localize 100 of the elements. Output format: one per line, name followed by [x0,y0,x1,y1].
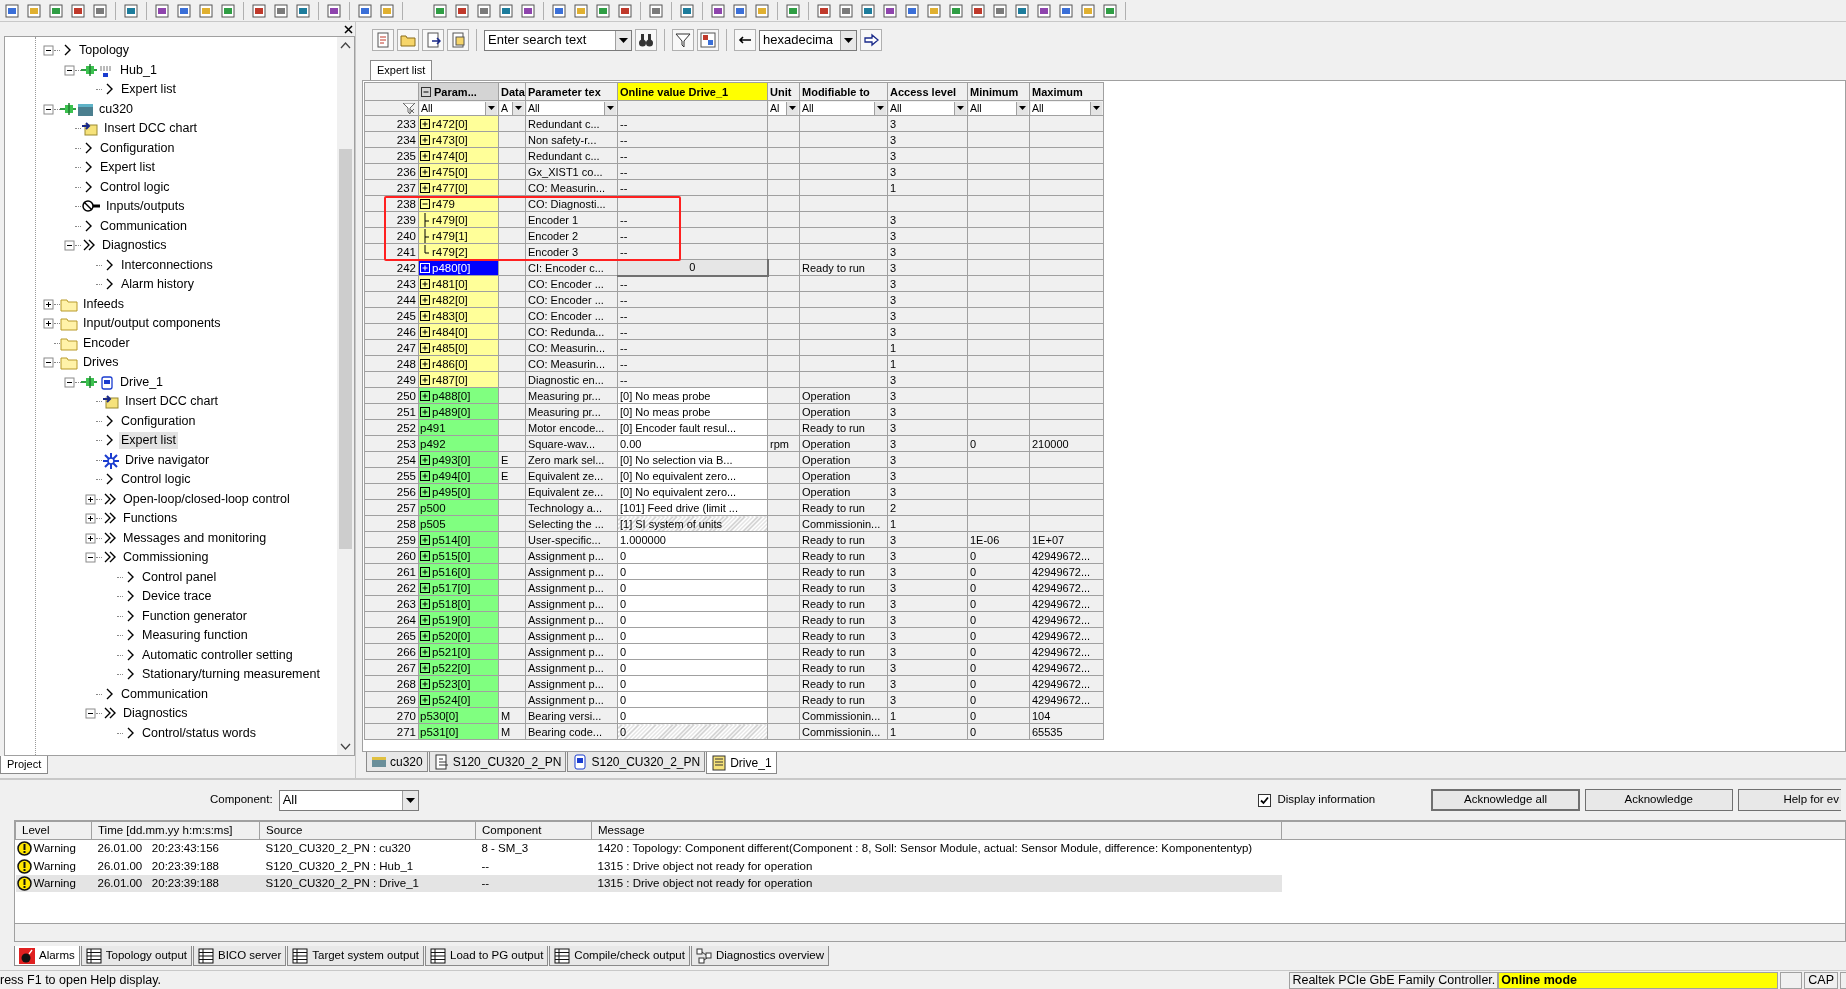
expand-box-icon[interactable] [420,470,430,481]
toolbar-button[interactable] [422,29,444,51]
tree-item[interactable]: Hub_1 [118,61,159,79]
tree-item[interactable]: Measuring function [140,627,250,645]
filter-dropdown[interactable]: A [500,101,524,115]
tree-item[interactable]: Commissioning [121,549,211,567]
checkbox[interactable] [1258,793,1272,807]
scrollbar-thumb[interactable] [339,149,352,549]
collapse-box-icon[interactable] [43,45,54,57]
tree-item[interactable]: Control logic [98,178,172,196]
tree-item[interactable]: Insert DCC chart [102,120,200,138]
expand-box-icon[interactable] [420,150,430,161]
column-header[interactable]: Level [15,821,92,840]
expand-box-icon[interactable] [420,406,430,417]
tree-item[interactable]: Control panel [140,568,219,586]
tree-item[interactable]: Inputs/outputs [104,198,187,216]
tree-item[interactable]: Device trace [140,588,214,606]
action-button[interactable]: Help for ev [1737,789,1841,811]
expand-box-icon[interactable] [420,326,430,337]
tree-item[interactable]: Infeeds [81,295,126,313]
format-dropdown[interactable]: hexadecima [759,29,857,51]
expand-box-icon[interactable] [420,390,430,401]
filter-dropdown[interactable]: All [801,101,886,115]
column-header[interactable]: Source [259,821,476,840]
tree-item[interactable]: Expert list [119,81,178,99]
expand-box-icon[interactable] [420,550,430,561]
expand-box-icon[interactable] [420,310,430,321]
tree-item[interactable]: Control/status words [140,724,258,742]
filter-dropdown[interactable]: All [1031,101,1102,115]
tree-item[interactable]: Topology [77,42,132,60]
expand-box-icon[interactable] [43,318,54,330]
document-tab[interactable]: S120_CU320_2_PN [428,752,567,772]
tree-item[interactable]: Communication [98,217,189,235]
tree-item[interactable]: Drive navigator [123,451,212,469]
collapse-box-icon[interactable] [43,357,54,369]
expand-box-icon[interactable] [85,493,96,505]
tree-item[interactable]: Drives [81,354,121,372]
expand-box-icon[interactable] [420,582,430,593]
expand-box-icon[interactable] [420,278,430,289]
tree-item[interactable]: Expert list [98,159,157,177]
output-tab[interactable]: Compile/check output [549,946,690,966]
tree-item[interactable]: Drive_1 [118,373,166,391]
component-dropdown[interactable]: All [278,789,420,811]
tree-item[interactable]: Insert DCC chart [123,393,221,411]
expand-box-icon[interactable] [420,614,430,625]
expand-box-icon[interactable] [85,532,96,544]
expand-box-icon[interactable] [85,513,96,525]
expand-box-icon[interactable] [420,134,430,145]
tree-item[interactable]: cu320 [97,100,136,118]
filter-dropdown[interactable]: All [527,101,616,115]
panel-tab[interactable]: Project [0,756,49,774]
collapse-box-icon[interactable] [420,198,430,209]
expand-box-icon[interactable] [420,182,430,193]
column-header[interactable]: Component [475,821,592,840]
expand-box-icon[interactable] [420,342,430,353]
tree-item[interactable]: Open-loop/closed-loop control [121,490,292,508]
document-tab[interactable]: S120_CU320_2_PN [567,752,706,772]
tree-item[interactable]: Diagnostics [121,705,190,723]
checkbox-label[interactable]: Display information [1277,791,1376,809]
tree-item[interactable]: Diagnostics [100,237,169,255]
collapse-box-icon[interactable] [64,64,75,76]
expand-box-icon[interactable] [420,662,430,673]
expand-box-icon[interactable] [420,646,430,657]
clear-filter-icon[interactable] [403,102,415,114]
toolbar-button[interactable] [635,29,657,51]
action-button[interactable]: Acknowledge all [1431,789,1580,811]
filter-dropdown[interactable]: Al [769,101,798,115]
filter-dropdown[interactable]: All [969,101,1028,115]
collapse-box-icon[interactable] [43,103,54,115]
expand-box-icon[interactable] [420,358,430,369]
expand-box-icon[interactable] [420,694,430,705]
tree-item[interactable]: Input/output components [81,315,223,333]
tree-item[interactable]: Configuration [119,412,198,430]
collapse-box-icon[interactable] [64,240,75,252]
tree-item[interactable]: Interconnections [119,256,215,274]
output-tab[interactable]: BICO server [193,946,287,966]
tree-item[interactable]: Function generator [140,607,249,625]
tree-item[interactable]: Control logic [119,471,193,489]
tree-item[interactable]: Encoder [81,334,132,352]
expand-box-icon[interactable] [420,566,430,577]
expand-box-icon[interactable] [420,294,430,305]
horizontal-scrollbar[interactable] [14,924,1846,942]
expand-box-icon[interactable] [420,598,430,609]
output-tab[interactable]: Diagnostics overview [690,946,829,966]
filter-dropdown[interactable]: All [889,101,966,115]
tree-item[interactable]: Messages and monitoring [121,529,269,547]
toolbar-button[interactable] [734,29,756,51]
tree-item[interactable]: Alarm history [119,276,196,294]
expand-box-icon[interactable] [420,118,430,129]
toolbar-button[interactable] [860,29,882,51]
filter-dropdown[interactable]: All [420,101,497,115]
action-button[interactable]: Acknowledge [1584,789,1733,811]
output-tab[interactable]: Topology output [80,946,192,966]
document-tab[interactable]: cu320 [366,752,428,772]
tree-item[interactable]: Communication [119,685,210,703]
output-tab[interactable]: Load to PG output [425,946,549,966]
panel-tab[interactable]: Expert list [370,60,433,80]
output-tab[interactable]: Target system output [287,946,424,966]
column-header[interactable]: Time [dd.mm.yy h:m:s:ms] [91,821,260,840]
collapse-box-icon[interactable] [421,86,431,97]
